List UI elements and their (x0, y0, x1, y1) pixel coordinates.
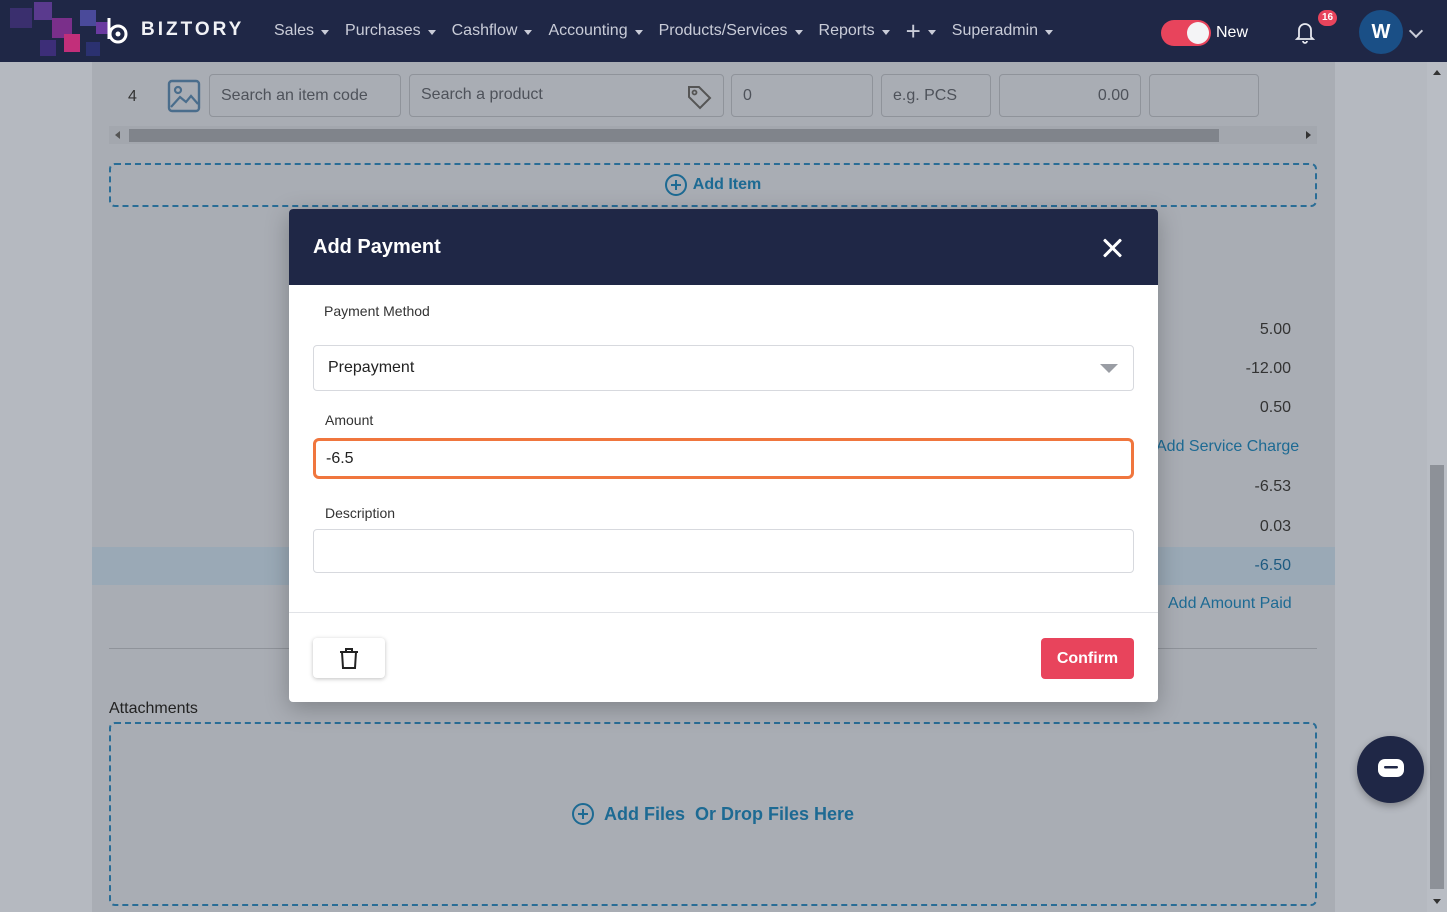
caret-down-icon (524, 29, 533, 35)
nav-sales[interactable]: Sales (274, 22, 330, 40)
biztory-logo[interactable]: BIZTORY (103, 15, 244, 45)
extra-cell-input[interactable] (1149, 74, 1259, 117)
close-icon[interactable] (1102, 237, 1124, 259)
product-search-placeholder: Search a product (421, 86, 543, 103)
nav-accounting[interactable]: Accounting (548, 22, 643, 40)
scroll-left-icon[interactable] (115, 131, 120, 139)
drop-files-label: Or Drop Files Here (694, 803, 855, 824)
add-payment-modal: Add Payment Payment Method Prepayment Am… (289, 209, 1158, 702)
add-item-button[interactable]: Add Item (109, 163, 1317, 207)
caret-down-icon (427, 29, 436, 35)
nav-quick-add[interactable]: + (906, 18, 936, 44)
amount-input[interactable] (313, 438, 1134, 479)
total-value: -6.53 (1254, 478, 1291, 495)
scroll-up-icon[interactable] (1433, 70, 1441, 75)
bell-icon[interactable] (1293, 20, 1317, 44)
dropdown-arrow-icon (1100, 364, 1118, 373)
nav-reports[interactable]: Reports (819, 22, 890, 40)
caret-down-icon (1045, 29, 1054, 35)
toggle-label: New (1216, 24, 1249, 41)
modal-divider (289, 612, 1158, 613)
add-amount-paid-link[interactable]: Add Amount Paid (1168, 595, 1292, 613)
add-files-label[interactable]: Add Files (604, 804, 685, 825)
new-ui-toggle[interactable] (1161, 20, 1211, 46)
payment-method-select[interactable]: Prepayment (313, 345, 1134, 391)
avatar[interactable]: W (1359, 10, 1403, 54)
total-value: 0.03 (1259, 518, 1291, 535)
row-number: 4 (128, 88, 137, 105)
nav-purchases[interactable]: Purchases (345, 22, 436, 40)
caret-down-icon (634, 29, 643, 35)
add-service-charge-link[interactable]: Add Service Charge (1156, 438, 1299, 456)
vertical-scrollbar[interactable] (1427, 62, 1447, 912)
caret-down-icon (794, 29, 803, 35)
amount-label: Amount (325, 412, 374, 428)
nav-products-services[interactable]: Products/Services (659, 22, 803, 40)
scroll-down-icon[interactable] (1433, 899, 1441, 904)
attachments-label: Attachments (109, 700, 198, 717)
description-input[interactable] (313, 529, 1134, 573)
tag-icon (688, 86, 712, 110)
payment-method-value: Prepayment (328, 359, 415, 376)
payment-method-label: Payment Method (324, 303, 430, 319)
trash-icon (340, 648, 358, 669)
add-item-label: Add Item (692, 176, 762, 193)
modal-title: Add Payment (313, 235, 441, 258)
logo-icon (107, 18, 128, 44)
chat-button[interactable] (1357, 736, 1424, 803)
confirm-button[interactable]: Confirm (1041, 638, 1134, 679)
main-menu: Sales Purchases Cashflow Accounting Prod… (274, 0, 1069, 62)
nav-label: Superadmin (951, 22, 1039, 39)
delete-button[interactable] (313, 638, 385, 678)
modal-header: Add Payment (289, 209, 1158, 285)
price-input[interactable]: 0.00 (999, 74, 1141, 117)
grand-total-value: -6.50 (1254, 557, 1291, 574)
total-value: -12.00 (1245, 360, 1291, 377)
quantity-input[interactable]: 0 (731, 74, 873, 117)
product-search-input[interactable]: Search a product (409, 74, 724, 117)
nav-label: Sales (274, 22, 315, 39)
item-code-input[interactable]: Search an item code (209, 74, 401, 117)
nav-label: Cashflow (451, 22, 518, 39)
description-label: Description (325, 505, 396, 521)
horizontal-scrollbar[interactable] (109, 126, 1317, 144)
unit-input[interactable]: e.g. PCS (881, 74, 991, 117)
image-icon[interactable] (167, 79, 201, 113)
scrollbar-thumb[interactable] (129, 129, 1219, 142)
file-dropzone[interactable]: Add Files Or Drop Files Here (109, 722, 1317, 906)
notification-badge: 16 (1318, 10, 1337, 26)
add-circle-icon (664, 174, 687, 196)
nav-label: Accounting (548, 22, 628, 39)
brand-name: BIZTORY (141, 19, 245, 40)
nav-superadmin[interactable]: Superadmin (951, 22, 1054, 40)
chat-icon (1378, 759, 1404, 777)
nav-label: Products/Services (658, 22, 788, 39)
vertical-scrollbar-thumb[interactable] (1430, 465, 1444, 889)
toggle-knob (1187, 22, 1209, 44)
nav-label: Reports (818, 22, 875, 39)
caret-down-icon (881, 29, 890, 35)
caret-down-icon (927, 29, 936, 35)
nav-cashflow[interactable]: Cashflow (452, 22, 533, 40)
add-files-icon (571, 803, 594, 825)
plus-icon: + (905, 16, 921, 46)
nav-label: Purchases (345, 22, 421, 39)
total-value: 0.50 (1259, 399, 1291, 416)
total-value: 5.00 (1259, 321, 1291, 338)
top-navigation: BIZTORY Sales Purchases Cashflow Account… (0, 0, 1447, 62)
caret-down-icon (321, 29, 330, 35)
scroll-right-icon[interactable] (1306, 131, 1311, 139)
chevron-down-icon[interactable] (1408, 23, 1424, 39)
